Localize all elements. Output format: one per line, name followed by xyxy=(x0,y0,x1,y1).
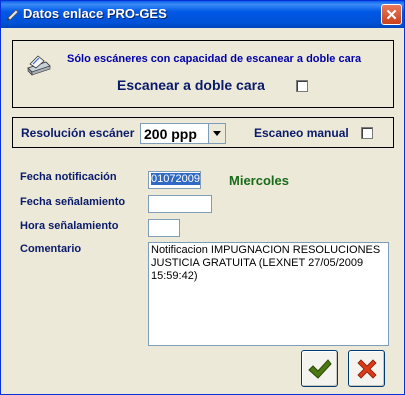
x-icon xyxy=(356,358,377,379)
notification-date-value: 01072009 xyxy=(151,173,200,185)
resolution-value: 200 ppp xyxy=(144,126,197,142)
app-icon xyxy=(7,9,19,21)
manual-scan-checkbox[interactable] xyxy=(361,127,373,139)
hearing-time-input[interactable] xyxy=(148,219,180,237)
scanner-icon xyxy=(27,55,51,76)
weekday-text: Miercoles xyxy=(229,173,289,188)
checkmark-icon xyxy=(307,358,332,379)
notification-date-input[interactable]: 01072009 xyxy=(148,171,201,189)
ok-button[interactable] xyxy=(301,350,338,387)
resolution-panel: Resolución escáner 200 ppp Escaneo manua… xyxy=(12,117,394,148)
comment-textarea[interactable]: Notificacion IMPUGNACION RESOLUCIONES JU… xyxy=(148,242,389,346)
chevron-down-icon xyxy=(213,131,221,136)
title-bar[interactable]: Datos enlace PRO-GES ✕ xyxy=(1,1,404,28)
hearing-time-label: Hora señalamiento xyxy=(20,220,119,232)
window-title: Datos enlace PRO-GES xyxy=(23,6,167,21)
notification-date-label: Fecha notificación xyxy=(20,171,117,183)
manual-scan-label: Escaneo manual xyxy=(254,126,349,140)
comment-label: Comentario xyxy=(20,243,82,255)
close-icon: ✕ xyxy=(385,6,398,24)
duplex-checkbox[interactable] xyxy=(296,80,308,92)
duplex-scan-panel: Sólo escáneres con capacidad de escanear… xyxy=(12,40,394,108)
hearing-date-input[interactable] xyxy=(148,195,212,213)
cancel-button[interactable] xyxy=(348,350,385,387)
hearing-date-label: Fecha señalamiento xyxy=(20,196,126,208)
resolution-select[interactable]: 200 ppp xyxy=(140,123,226,144)
dialog-window: Datos enlace PRO-GES ✕ Sólo escáneres co… xyxy=(0,0,405,395)
duplex-note: Sólo escáneres con capacidad de escanear… xyxy=(67,53,362,65)
dropdown-arrow-button[interactable] xyxy=(208,124,225,143)
resolution-label: Resolución escáner xyxy=(21,126,135,140)
duplex-label: Escanear a doble cara xyxy=(117,77,265,93)
close-button[interactable]: ✕ xyxy=(381,4,402,25)
